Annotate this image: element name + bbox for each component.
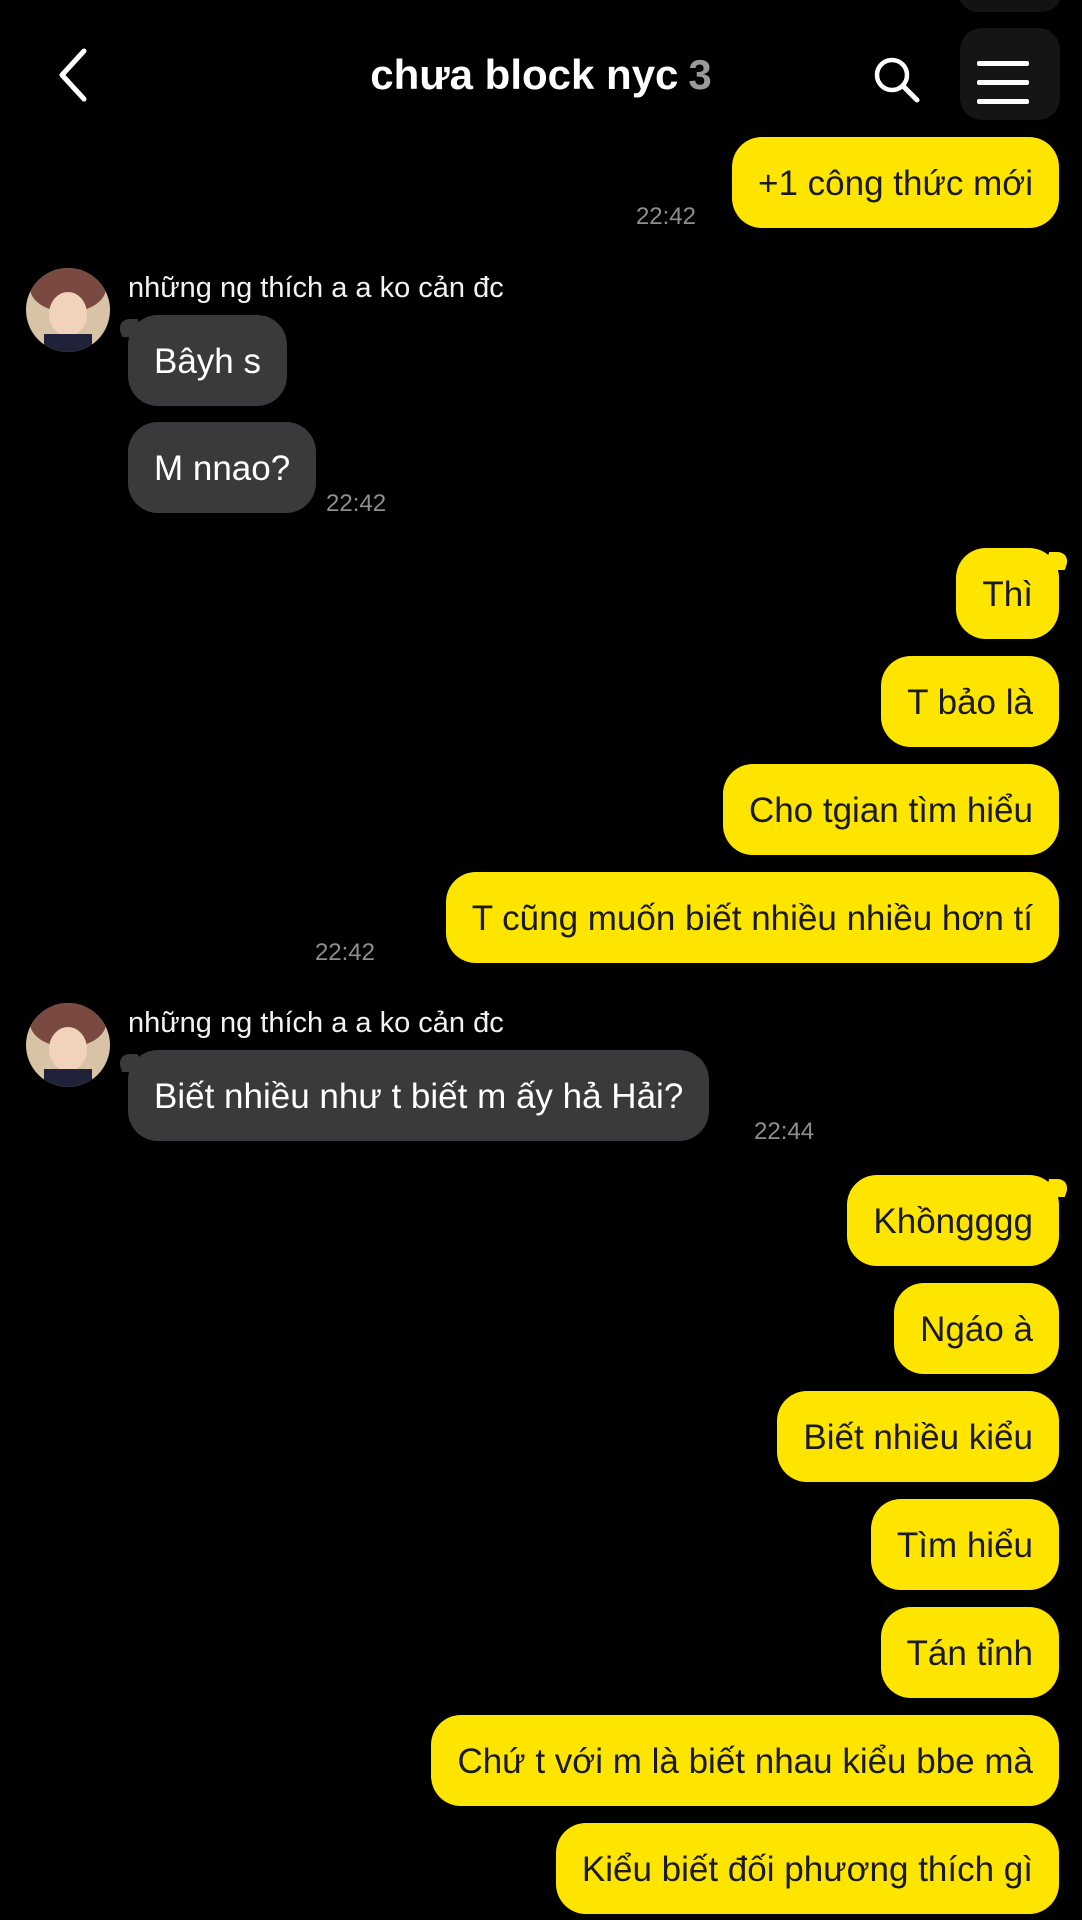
message-text: Thì (982, 575, 1033, 614)
chat-header: chưa block nyc 3 (0, 0, 1082, 140)
outgoing-message[interactable]: Ngáo à (894, 1283, 1059, 1374)
message-text: +1 công thức mới (758, 164, 1033, 203)
outgoing-message[interactable]: Khồngggg (847, 1175, 1059, 1266)
search-icon (874, 57, 920, 103)
message-timestamp: 22:44 (754, 1118, 815, 1145)
scroll-overlay-chip (958, 0, 1062, 12)
message-text: M nnao? (154, 449, 291, 488)
message-timestamp: 22:42 (635, 203, 696, 230)
outgoing-message[interactable]: T cũng muốn biết nhiều nhiều hơn tí (445, 872, 1059, 963)
message-text: Tìm hiểu (896, 1526, 1033, 1565)
message-text: Cho tgian tìm hiểu (748, 791, 1033, 830)
menu-button[interactable] (960, 28, 1060, 120)
message-text: Biết nhiều như t biết m ấy hả Hải? (154, 1077, 684, 1116)
outgoing-message[interactable]: Cho tgian tìm hiểu (722, 764, 1059, 855)
sender-name: những ng thích a a ko cản đc (128, 272, 504, 304)
message-text: Khồngggg (873, 1202, 1033, 1241)
outgoing-message[interactable]: Tìm hiểu (870, 1499, 1059, 1590)
incoming-message[interactable]: M nnao? (128, 422, 317, 513)
message-text: Chứ t với m là biết nhau kiểu bbe mà (457, 1742, 1033, 1781)
search-button[interactable] (872, 55, 922, 105)
avatar[interactable] (26, 1003, 110, 1087)
message-timestamp: 22:42 (314, 939, 375, 966)
message-text: Ngáo à (920, 1310, 1033, 1349)
outgoing-message[interactable]: +1 công thức mới (732, 137, 1059, 228)
outgoing-message[interactable]: Biết nhiều kiểu (777, 1391, 1059, 1482)
incoming-message[interactable]: Biết nhiều như t biết m ấy hả Hải? (128, 1050, 710, 1141)
message-text: Kiểu biết đối phương thích gì (581, 1850, 1033, 1889)
message-timestamp: 22:42 (326, 490, 387, 517)
avatar[interactable] (26, 268, 110, 352)
sender-name: những ng thích a a ko cản đc (128, 1007, 504, 1039)
outgoing-message[interactable]: Tán tỉnh (880, 1607, 1059, 1698)
message-text: T cũng muốn biết nhiều nhiều hơn tí (471, 899, 1033, 938)
chat-room-name: chưa block nyc (370, 51, 679, 98)
message-text: Bâyh s (154, 342, 261, 381)
incoming-message[interactable]: Bâyh s (128, 315, 287, 406)
outgoing-message[interactable]: Kiểu biết đối phương thích gì (555, 1823, 1059, 1914)
member-count: 3 (688, 51, 712, 98)
outgoing-message[interactable]: Thì (956, 548, 1059, 639)
message-text: Tán tỉnh (906, 1634, 1033, 1673)
outgoing-message[interactable]: T bảo là (881, 656, 1059, 747)
outgoing-message[interactable]: Chứ t với m là biết nhau kiểu bbe mà (431, 1715, 1059, 1806)
message-text: Biết nhiều kiểu (803, 1418, 1033, 1457)
message-text: T bảo là (907, 683, 1033, 722)
